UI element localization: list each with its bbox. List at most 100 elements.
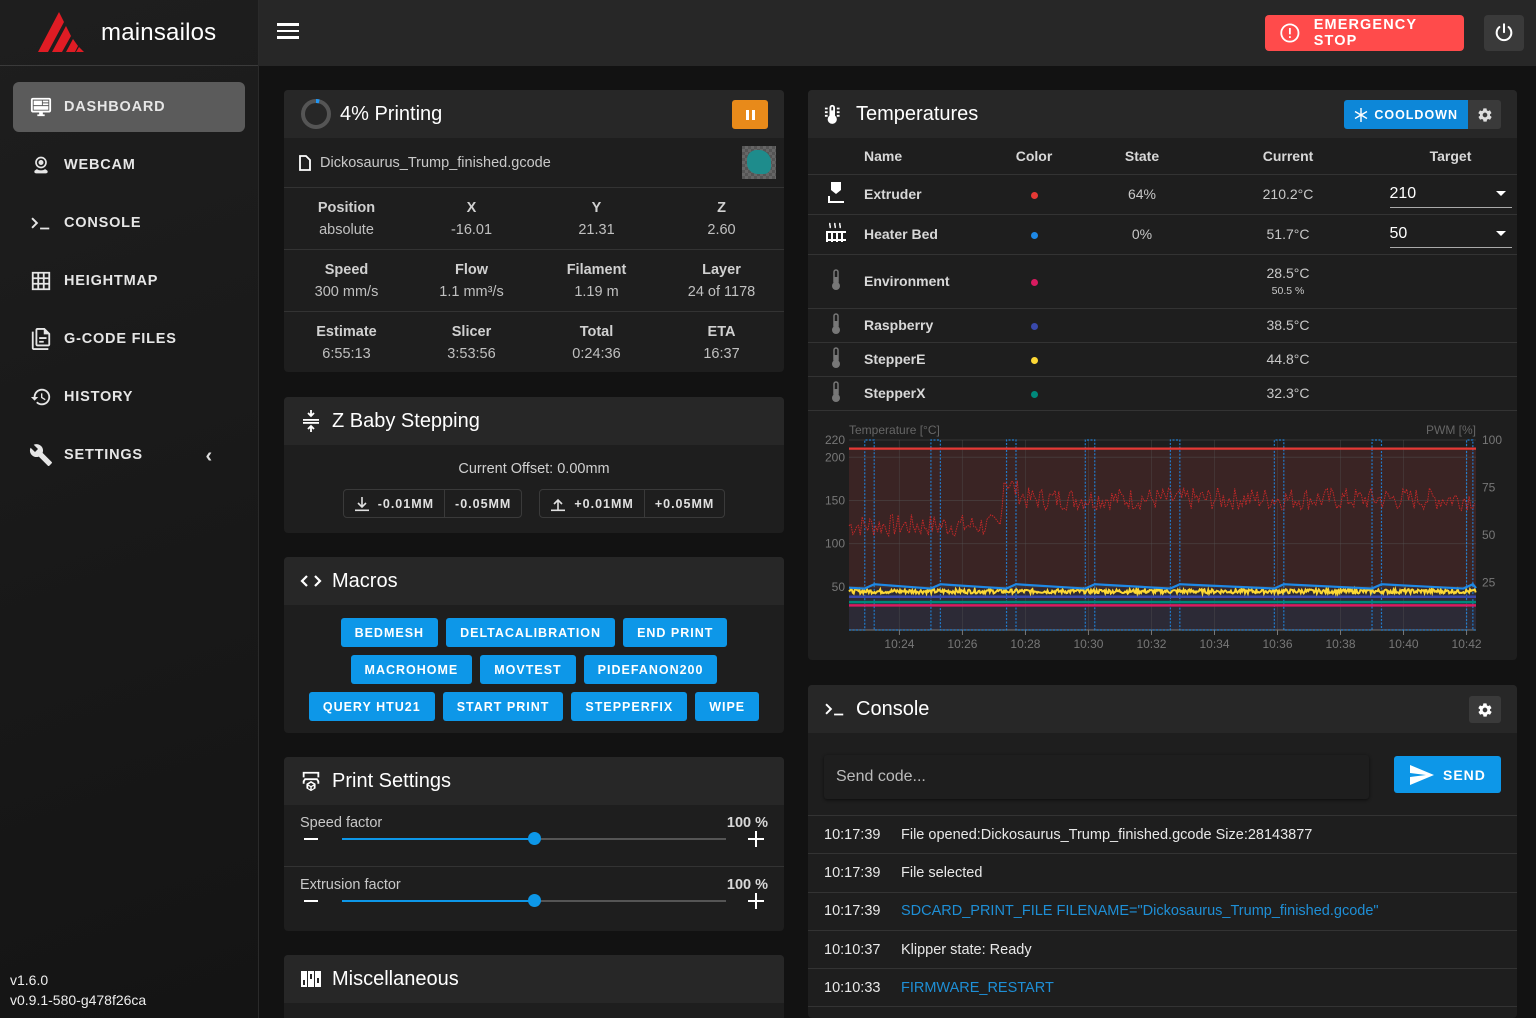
sidebar-item-label: DASHBOARD: [64, 99, 166, 115]
heater-bed-target-input[interactable]: 50: [1389, 221, 1512, 248]
z-babystepping-title: Z Baby Stepping: [332, 409, 480, 432]
color-dot[interactable]: [1030, 391, 1038, 398]
slider-fill: [342, 838, 534, 840]
color-dot[interactable]: [1030, 323, 1038, 330]
macro-macrohome-button[interactable]: MACROHOME: [350, 655, 473, 684]
table-row: Heater Bed 0% 51.7°C 50: [808, 214, 1517, 255]
heater-name[interactable]: Heater Bed: [864, 214, 976, 255]
macro-end-print-button[interactable]: END PRINT: [623, 618, 728, 647]
temperature-settings-button[interactable]: [1468, 100, 1501, 129]
sidebar-item-heightmap[interactable]: HEIGHTMAP: [13, 256, 245, 306]
babystep-up-0-05-button[interactable]: +0.05MM: [643, 490, 724, 517]
macro-start-print-button[interactable]: START PRINT: [442, 692, 564, 721]
sidebar: mainsailos DASHBOARD WEBCAM CONSOLE HEIG…: [0, 0, 259, 1018]
macro-movtest-button[interactable]: MOVTEST: [480, 655, 576, 684]
menu-toggle-button[interactable]: [277, 23, 299, 41]
gcode-command-input[interactable]: [824, 755, 1369, 799]
speed-factor-increase-button[interactable]: [748, 831, 764, 847]
speed-factor-decrease-button[interactable]: [304, 838, 318, 840]
speed-factor-value: 100 %: [726, 815, 768, 831]
stat-label: Slicer: [451, 324, 492, 340]
speed-factor-control: Speed factor 100 %: [284, 805, 784, 867]
stat-cell: X -16.01: [409, 197, 534, 241]
sidebar-item-gcode-files[interactable]: G-CODE FILES: [13, 314, 245, 364]
entry-command-link[interactable]: FIRMWARE_RESTART: [901, 980, 1054, 996]
sidebar-item-settings[interactable]: SETTINGS ‹: [13, 430, 245, 480]
send-button[interactable]: SEND: [1394, 756, 1501, 793]
sidebar-item-webcam[interactable]: WEBCAM: [13, 140, 245, 190]
printer-3d-icon: [300, 770, 322, 792]
pause-button[interactable]: [732, 100, 768, 129]
color-cell[interactable]: [976, 342, 1092, 377]
cooldown-group: COOLDOWN: [1344, 100, 1501, 129]
extrusion-factor-decrease-button[interactable]: [304, 900, 318, 902]
stat-cell: Speed 300 mm/s: [284, 259, 409, 303]
x-tick-label: 10:24: [884, 637, 914, 651]
sensor-name[interactable]: Raspberry: [864, 308, 976, 343]
macro-query-htu21-button[interactable]: QUERY HTU21: [308, 692, 435, 721]
chevron-left-icon[interactable]: ‹: [206, 445, 213, 468]
entry-command-link[interactable]: SDCARD_PRINT_FILE FILENAME="Dickosaurus_…: [901, 903, 1379, 919]
power-button[interactable]: [1484, 15, 1524, 51]
stat-value: 3:53:56: [447, 346, 496, 362]
slider-thumb[interactable]: [528, 894, 541, 907]
stat-value: 2.60: [707, 221, 736, 238]
heater-state: 0%: [1092, 214, 1192, 255]
macro-stepperfix-button[interactable]: STEPPERFIX: [571, 692, 688, 721]
color-dot[interactable]: [1030, 232, 1038, 239]
stat-label: Z: [717, 199, 726, 216]
snowflake-icon: [1354, 107, 1368, 122]
x-tick-label: 10:38: [1326, 637, 1356, 651]
extrusion-factor-slider[interactable]: [342, 894, 726, 907]
color-cell[interactable]: [976, 254, 1092, 309]
stat-value: 24 of 1178: [687, 283, 756, 300]
extruder-target-input[interactable]: 210: [1389, 181, 1512, 208]
file-document-multiple-icon: [29, 327, 53, 351]
color-cell[interactable]: [976, 308, 1092, 343]
color-dot[interactable]: [1030, 192, 1038, 199]
col-color: Color: [976, 138, 1092, 175]
stat-value: absolute: [319, 221, 374, 238]
temperature-chart[interactable]: Temperature [°C] PWM [%] 50 100 150 200 220 2…: [808, 420, 1517, 660]
console-settings-button[interactable]: [1469, 696, 1501, 723]
extrusion-factor-increase-button[interactable]: [748, 893, 764, 909]
current-temp: 51.7°C: [1192, 214, 1384, 255]
emergency-stop-button[interactable]: EMERGENCY STOP: [1265, 15, 1464, 51]
sidebar-item-history[interactable]: HISTORY: [13, 372, 245, 422]
heater-name[interactable]: Extruder: [864, 174, 976, 215]
sensor-state: [1092, 376, 1192, 411]
sidebar-item-console[interactable]: CONSOLE: [13, 198, 245, 248]
console-entry: 10:10:33 FIRMWARE_RESTART: [808, 969, 1517, 1008]
sensor-name[interactable]: StepperX: [864, 376, 976, 411]
console-entry: 10:17:39 File selected: [808, 854, 1517, 893]
macro-wipe-button[interactable]: WIPE: [695, 692, 760, 721]
sidebar-item-dashboard[interactable]: DASHBOARD: [13, 82, 245, 132]
entry-time: 10:10:37: [824, 941, 881, 958]
sensor-name[interactable]: StepperE: [864, 342, 976, 377]
color-dot[interactable]: [1030, 357, 1038, 364]
logo[interactable]: mainsailos: [0, 0, 258, 66]
print-settings-panel: Print Settings Speed factor 100 % Extrus…: [284, 757, 784, 931]
color-cell[interactable]: [976, 174, 1092, 215]
cooldown-button[interactable]: COOLDOWN: [1344, 100, 1468, 129]
macro-deltacalibration-button[interactable]: DELTACALIBRATION: [446, 618, 616, 647]
button-label: +0.05MM: [654, 496, 715, 511]
speed-factor-slider[interactable]: [342, 832, 726, 845]
menu-icon: [277, 23, 299, 26]
sensor-name[interactable]: Environment: [864, 254, 976, 309]
color-cell[interactable]: [976, 214, 1092, 255]
babystep-down-group: -0.01MM -0.05MM: [342, 489, 523, 518]
babystep-down-0-05-button[interactable]: -0.05MM: [444, 490, 521, 517]
macro-pidefanon200-button[interactable]: PIDEFANON200: [583, 655, 718, 684]
sidebar-item-label: SETTINGS: [64, 447, 143, 463]
z-babystepping-header: Z Baby Stepping: [284, 397, 784, 445]
gcode-thumbnail[interactable]: [742, 146, 776, 179]
stat-value: 0:24:36: [572, 346, 621, 362]
color-dot[interactable]: [1030, 279, 1038, 286]
color-cell[interactable]: [976, 376, 1092, 411]
babystep-down-0-01-button[interactable]: -0.01MM: [344, 490, 444, 517]
macro-bedmesh-button[interactable]: BEDMESH: [340, 618, 439, 647]
babystep-up-0-01-button[interactable]: +0.01MM: [540, 490, 643, 517]
slider-thumb[interactable]: [528, 832, 541, 845]
miscellaneous-header: Miscellaneous: [284, 955, 784, 1003]
